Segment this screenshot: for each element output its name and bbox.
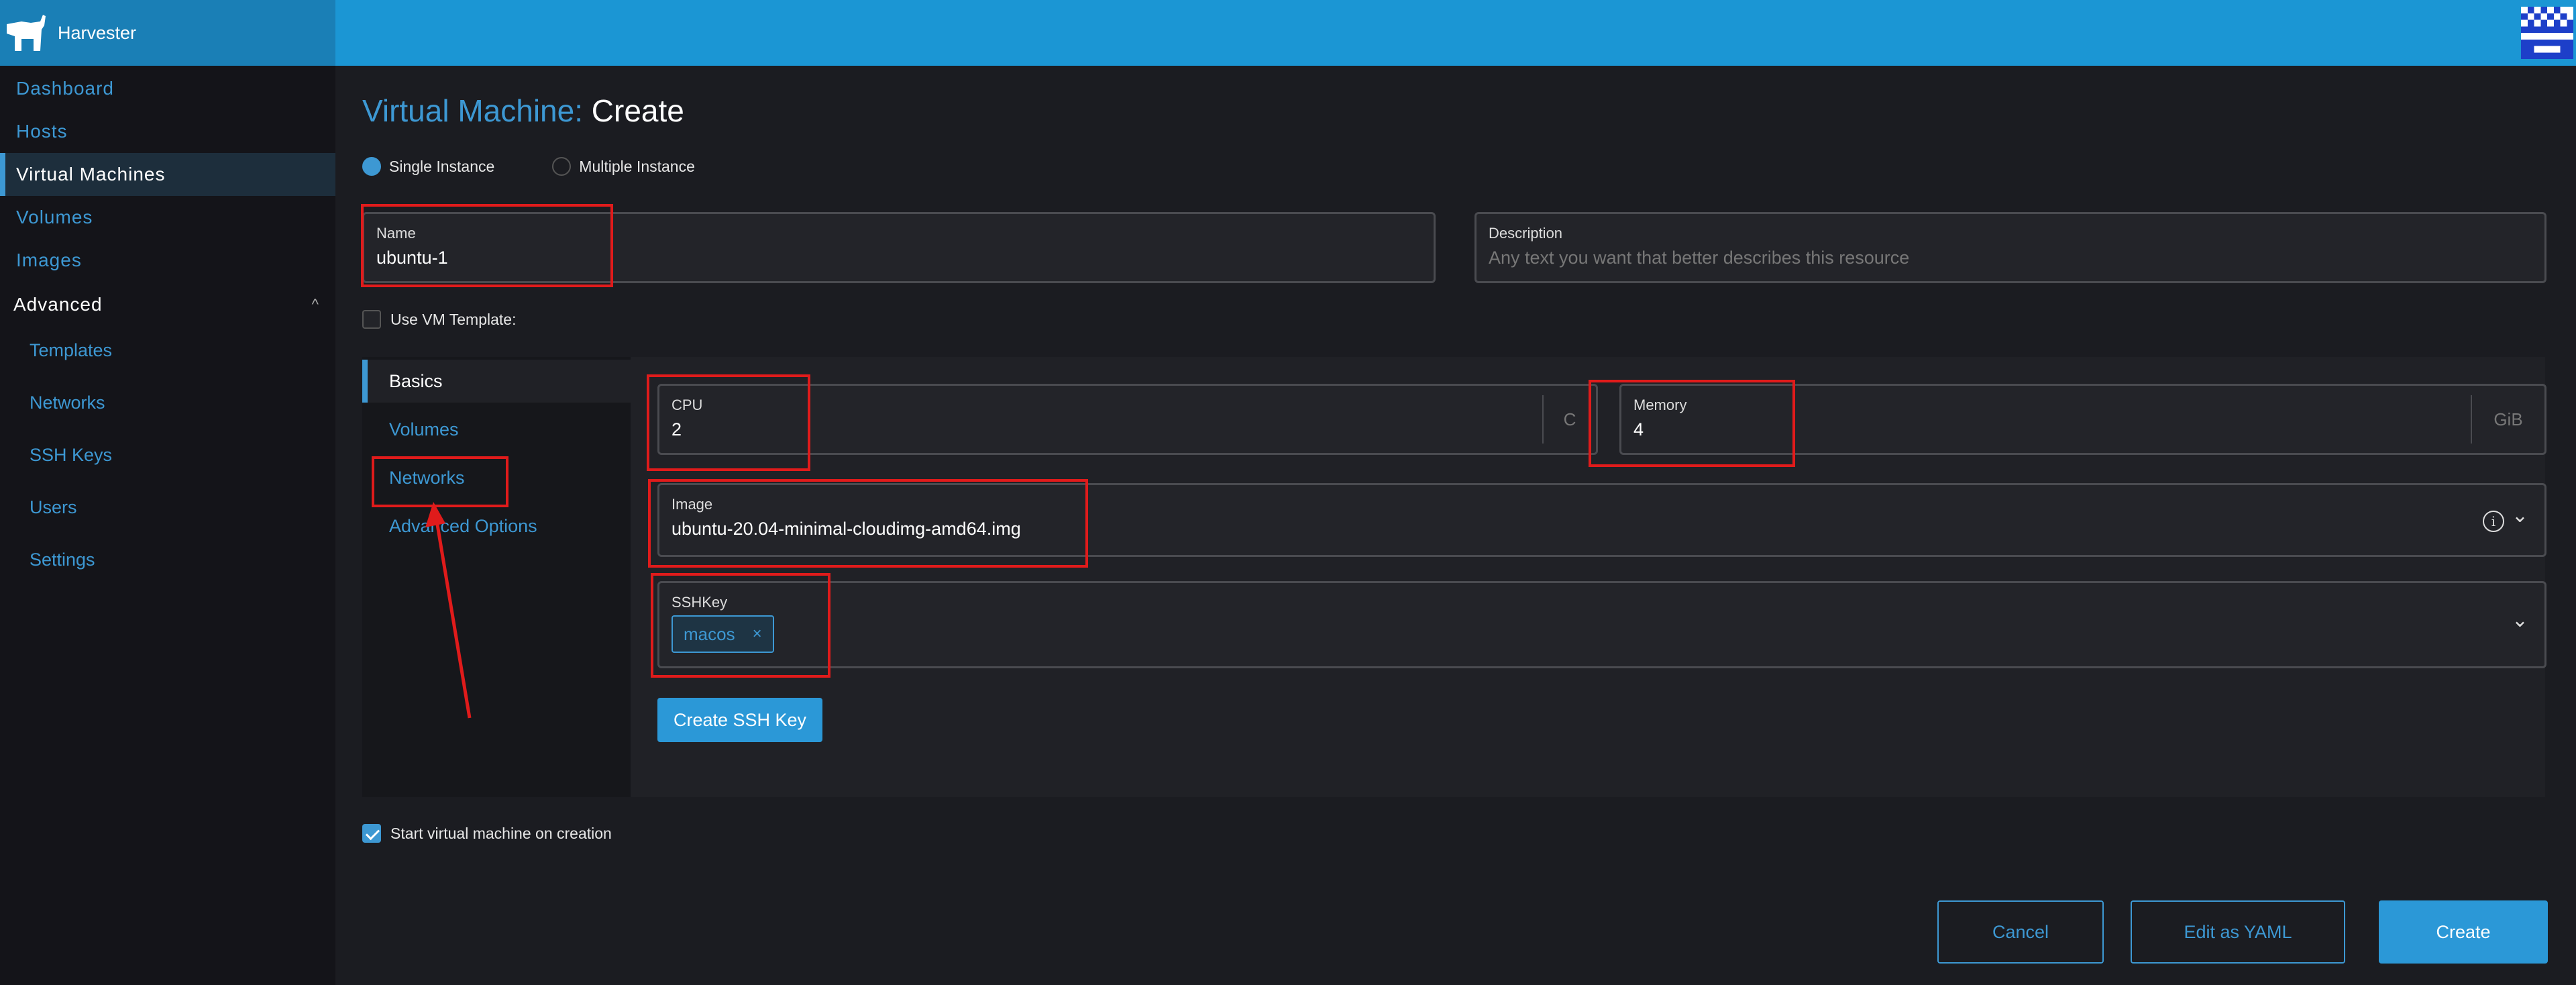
- cpu-unit: C: [1542, 395, 1596, 444]
- sidebar-item-networks[interactable]: Networks: [0, 382, 335, 423]
- multiple-instance-label[interactable]: Multiple Instance: [579, 158, 695, 176]
- sidebar-group-advanced[interactable]: Advanced ^: [0, 283, 335, 326]
- sidebar-item-volumes[interactable]: Volumes: [0, 196, 335, 239]
- instance-mode-group: Single Instance Multiple Instance: [362, 157, 753, 176]
- description-field[interactable]: Description Any text you want that bette…: [1474, 212, 2546, 283]
- page-title-prefix: Virtual Machine:: [362, 93, 583, 128]
- vm-template-checkbox[interactable]: [362, 310, 381, 329]
- chevron-down-icon[interactable]: ⌄: [2512, 504, 2528, 527]
- start-on-creation-label[interactable]: Start virtual machine on creation: [390, 825, 612, 843]
- sidebar-item-templates[interactable]: Templates: [0, 330, 335, 370]
- sidebar-group-label: Advanced: [13, 294, 103, 315]
- chevron-up-icon: ^: [311, 296, 319, 313]
- highlight-sshkey: [651, 573, 830, 678]
- highlight-memory: [1589, 380, 1795, 467]
- create-ssh-key-button[interactable]: Create SSH Key: [657, 698, 822, 742]
- info-icon[interactable]: i: [2483, 511, 2504, 532]
- description-input[interactable]: Any text you want that better describes …: [1489, 248, 1909, 268]
- brand-area[interactable]: Harvester: [0, 0, 335, 66]
- memory-unit: GiB: [2471, 395, 2544, 444]
- chevron-down-icon[interactable]: ⌄: [2512, 609, 2528, 632]
- sidebar-item-dashboard[interactable]: Dashboard: [0, 67, 335, 110]
- single-instance-radio[interactable]: [362, 157, 381, 176]
- top-bar: Harvester: [0, 0, 2576, 66]
- start-on-creation-row: Start virtual machine on creation: [362, 824, 612, 843]
- sidebar-item-settings[interactable]: Settings: [0, 539, 335, 580]
- arrow-icon: [425, 502, 472, 719]
- multiple-instance-radio[interactable]: [552, 157, 572, 176]
- page-title: Virtual Machine: Create: [362, 93, 684, 129]
- highlight-image: [648, 479, 1088, 568]
- sidebar-item-ssh-keys[interactable]: SSH Keys: [0, 435, 335, 475]
- sidebar: Dashboard Hosts Virtual Machines Volumes…: [0, 66, 335, 985]
- sidebar-item-hosts[interactable]: Hosts: [0, 110, 335, 153]
- single-instance-label[interactable]: Single Instance: [389, 158, 494, 176]
- highlight-cpu: [647, 374, 810, 471]
- tab-basics[interactable]: Basics: [362, 360, 631, 403]
- tab-volumes[interactable]: Volumes: [362, 408, 631, 451]
- create-button[interactable]: Create: [2379, 900, 2548, 964]
- harvester-logo-icon: [7, 15, 46, 51]
- sidebar-item-virtual-machines[interactable]: Virtual Machines: [0, 153, 335, 196]
- cancel-button[interactable]: Cancel: [1937, 900, 2104, 964]
- sshkey-select[interactable]: SSHKey macos × ⌄: [657, 581, 2546, 668]
- page-title-action: Create: [591, 93, 684, 128]
- app-name: Harvester: [58, 22, 137, 43]
- start-on-creation-checkbox[interactable]: [362, 824, 381, 843]
- vm-template-row: Use VM Template:: [362, 310, 516, 329]
- description-label: Description: [1489, 225, 1563, 242]
- highlight-name: [361, 204, 613, 287]
- vm-template-label[interactable]: Use VM Template:: [390, 311, 516, 329]
- edit-as-yaml-button[interactable]: Edit as YAML: [2131, 900, 2345, 964]
- sidebar-item-users[interactable]: Users: [0, 487, 335, 527]
- user-avatar[interactable]: [2521, 7, 2573, 59]
- sidebar-item-images[interactable]: Images: [0, 239, 335, 282]
